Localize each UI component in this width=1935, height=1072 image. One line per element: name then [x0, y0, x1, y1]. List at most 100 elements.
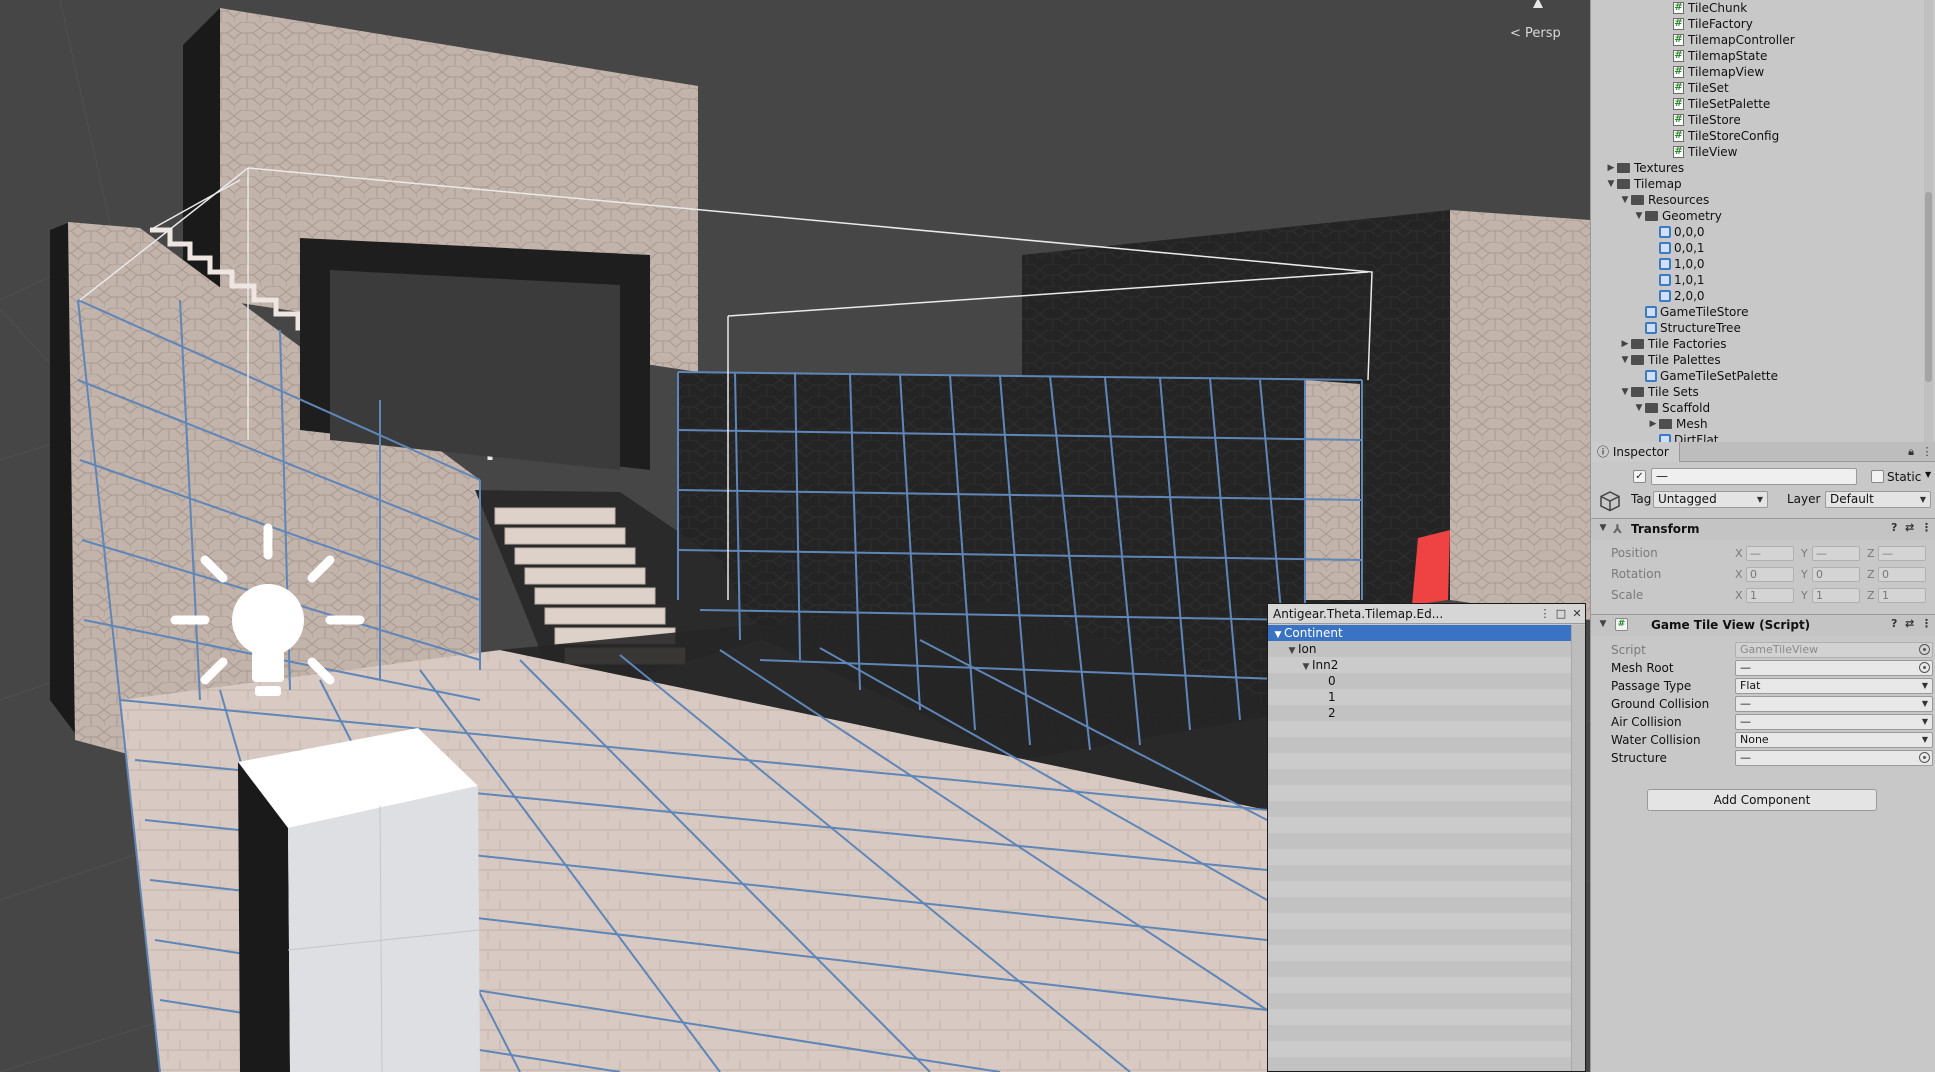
field-dropdown[interactable]: Flat ▼ [1735, 678, 1933, 694]
chevron-down-icon[interactable]: ▼ [1597, 523, 1609, 533]
project-item[interactable]: ▼ Scaffold [1591, 400, 1935, 416]
chevron-down-icon[interactable]: ▼ [1633, 400, 1645, 416]
tree-row[interactable]: 2 [1268, 705, 1571, 721]
project-item[interactable]: 0,0,1 [1591, 240, 1935, 256]
project-panel[interactable]: # TileChunk # TileFactory # TilemapController… [1590, 0, 1935, 442]
object-field[interactable]: — [1735, 750, 1933, 766]
project-item[interactable]: 2,0,0 [1591, 288, 1935, 304]
scale-field[interactable]: 1 [1878, 588, 1926, 603]
close-icon[interactable]: ✕ [1569, 607, 1585, 620]
kebab-menu-icon[interactable]: ⋮ [1921, 617, 1932, 630]
chevron-right-icon[interactable]: ▶ [1619, 336, 1631, 352]
chevron-down-icon[interactable]: ▼ [1597, 619, 1609, 629]
kebab-menu-icon[interactable]: ⋮ [1921, 521, 1932, 534]
project-item[interactable]: 1,0,0 [1591, 256, 1935, 272]
tag-dropdown[interactable]: Untagged ▼ [1653, 491, 1768, 508]
position-field[interactable]: — [1812, 546, 1860, 561]
kebab-menu-icon[interactable]: ⋮ [1919, 445, 1935, 458]
project-item[interactable]: ▶ Textures [1591, 160, 1935, 176]
lock-icon[interactable]: 🔒︎ [1903, 445, 1919, 459]
project-item[interactable]: # TileStore [1591, 112, 1935, 128]
component-enabled-checkbox[interactable]: # [1615, 618, 1628, 631]
rotation-field[interactable]: 0 [1878, 567, 1926, 582]
layer-dropdown[interactable]: Default ▼ [1825, 491, 1931, 508]
project-tree[interactable]: # TileChunk # TileFactory # TilemapController… [1591, 0, 1935, 442]
project-item[interactable]: ▼ Tilemap [1591, 176, 1935, 192]
object-field[interactable]: — [1735, 660, 1933, 676]
chevron-down-icon[interactable]: ▼ [1300, 659, 1312, 675]
chevron-down-icon[interactable]: ▼ [1633, 208, 1645, 224]
maximize-icon[interactable]: □ [1553, 607, 1569, 620]
chevron-down-icon[interactable]: ▼ [1619, 192, 1631, 208]
tree-scrollbar[interactable] [1571, 625, 1585, 1071]
project-item[interactable]: ▼ Tile Palettes [1591, 352, 1935, 368]
project-item[interactable]: 0,0,0 [1591, 224, 1935, 240]
game-tile-view-header[interactable]: ▼ # Game Tile View (Script) ? ⇄ ⋮ [1591, 614, 1935, 636]
projection-toggle[interactable]: < Persp [1510, 26, 1561, 41]
chevron-down-icon[interactable]: ▼ [1619, 352, 1631, 368]
chevron-right-icon[interactable]: ▶ [1647, 416, 1659, 432]
rotation-field[interactable]: 0 [1746, 567, 1794, 582]
chevron-down-icon[interactable]: ▼ [1605, 176, 1617, 192]
gameobject-cube-icon[interactable] [1599, 490, 1621, 512]
add-component-button[interactable]: Add Component [1647, 789, 1877, 811]
project-item[interactable]: ▼ Tile Sets [1591, 384, 1935, 400]
project-item[interactable]: StructureTree [1591, 320, 1935, 336]
field-dropdown[interactable]: — ▼ [1735, 714, 1933, 730]
tree-row[interactable]: ▼ Continent [1268, 625, 1571, 641]
tree-row[interactable]: 0 [1268, 673, 1571, 689]
chevron-down-icon[interactable]: ▼ [1272, 627, 1284, 643]
chevron-down-icon[interactable]: ▼ [1286, 643, 1298, 659]
project-item[interactable]: ▼ Resources [1591, 192, 1935, 208]
project-item[interactable]: # TileStoreConfig [1591, 128, 1935, 144]
project-item[interactable]: 1,0,1 [1591, 272, 1935, 288]
project-item[interactable]: # TileChunk [1591, 0, 1935, 16]
gameobject-name-field[interactable]: — [1651, 468, 1857, 485]
project-item[interactable]: # TileFactory [1591, 16, 1935, 32]
field-dropdown[interactable]: None ▼ [1735, 732, 1933, 748]
project-item[interactable]: # TilemapState [1591, 48, 1935, 64]
project-item[interactable]: # TileSet [1591, 80, 1935, 96]
position-field[interactable]: — [1878, 546, 1926, 561]
help-icon[interactable]: ? [1891, 617, 1897, 630]
project-item[interactable]: DirtFlat [1591, 432, 1935, 442]
preset-icon[interactable]: ⇄ [1905, 521, 1914, 534]
gameobject-active-checkbox[interactable]: ✓ [1633, 470, 1646, 483]
static-checkbox[interactable] [1871, 470, 1884, 483]
scale-field[interactable]: 1 [1746, 588, 1794, 603]
project-item[interactable]: GameTileSetPalette [1591, 368, 1935, 384]
project-item[interactable]: # TilemapController [1591, 32, 1935, 48]
scale-field[interactable]: 1 [1812, 588, 1860, 603]
project-item[interactable]: ▶ Mesh [1591, 416, 1935, 432]
project-item[interactable]: ▶ Tile Factories [1591, 336, 1935, 352]
tree-rows[interactable]: ▼ Continent ▼ Ion ▼ Inn2 0 1 2 [1268, 625, 1571, 1071]
tilemap-tree-window[interactable]: Antigear.Theta.Tilemap.Ed... ⋮ □ ✕ ▼ Cont… [1267, 603, 1586, 1072]
project-scrollbar-thumb[interactable] [1925, 192, 1932, 382]
project-item[interactable]: # TileView [1591, 144, 1935, 160]
project-item[interactable]: ▼ Geometry [1591, 208, 1935, 224]
inspector-panel[interactable]: ⓘ Inspector 🔒︎ ⋮ ✓ — Static ▼ Tag Untagg… [1590, 441, 1935, 1072]
tree-window-titlebar[interactable]: Antigear.Theta.Tilemap.Ed... ⋮ □ ✕ [1268, 604, 1585, 624]
object-picker-icon[interactable] [1919, 752, 1930, 763]
help-icon[interactable]: ? [1891, 521, 1897, 534]
rotation-field[interactable]: 0 [1812, 567, 1860, 582]
chevron-right-icon[interactable]: ▶ [1605, 160, 1617, 176]
project-item[interactable]: GameTileStore [1591, 304, 1935, 320]
tree-row[interactable]: ▼ Inn2 [1268, 657, 1571, 673]
kebab-menu-icon[interactable]: ⋮ [1537, 607, 1553, 620]
axis-cone-icon[interactable] [1532, 0, 1544, 12]
chevron-down-icon[interactable]: ▼ [1619, 384, 1631, 400]
tab-inspector[interactable]: ⓘ Inspector [1591, 441, 1680, 462]
preset-icon[interactable]: ⇄ [1905, 617, 1914, 630]
position-field[interactable]: — [1746, 546, 1794, 561]
project-item[interactable]: # TileSetPalette [1591, 96, 1935, 112]
static-label[interactable]: Static [1887, 470, 1921, 484]
tree-row[interactable]: 1 [1268, 689, 1571, 705]
transform-header[interactable]: ▼ ⅄ Transform ? ⇄ ⋮ [1591, 518, 1935, 540]
tree-row[interactable]: ▼ Ion [1268, 641, 1571, 657]
static-dropdown-arrow-icon[interactable]: ▼ [1925, 470, 1931, 479]
object-picker-icon[interactable] [1919, 644, 1930, 655]
field-dropdown[interactable]: — ▼ [1735, 696, 1933, 712]
object-picker-icon[interactable] [1919, 662, 1930, 673]
project-item[interactable]: # TilemapView [1591, 64, 1935, 80]
